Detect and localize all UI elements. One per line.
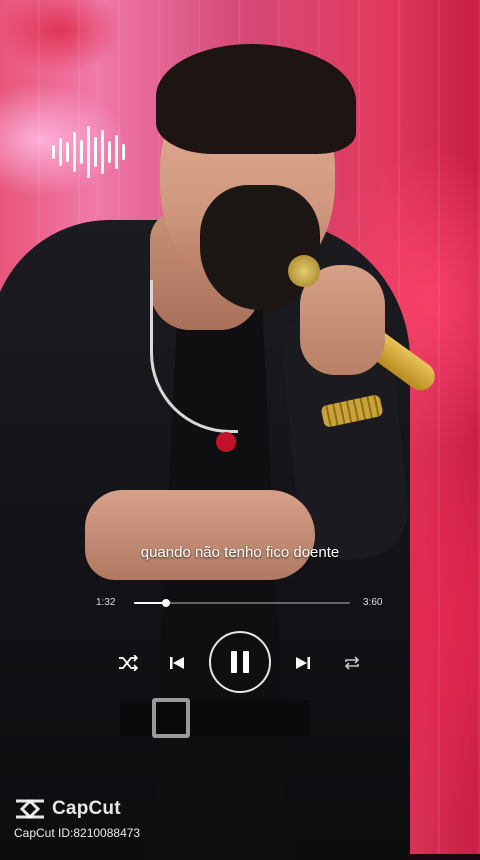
belt-buckle bbox=[152, 698, 190, 738]
capcut-watermark: CapCut bbox=[14, 797, 121, 821]
performer-hand bbox=[85, 490, 315, 580]
capcut-brand: CapCut bbox=[52, 798, 121, 819]
pause-icon bbox=[231, 651, 249, 673]
skip-next-icon[interactable] bbox=[292, 652, 314, 674]
microphone-head bbox=[288, 255, 320, 287]
pendant bbox=[216, 432, 236, 452]
current-time: 1:32 bbox=[96, 597, 116, 608]
lyrics-line: quando não tenho fico doente bbox=[140, 544, 340, 561]
performer-hair bbox=[156, 44, 356, 154]
repeat-icon[interactable] bbox=[341, 652, 363, 674]
play-pause-button[interactable] bbox=[209, 631, 271, 693]
progress-bar[interactable] bbox=[134, 599, 350, 607]
capcut-id: CapCut ID:8210088473 bbox=[14, 826, 141, 840]
audio-waveform-icon bbox=[52, 120, 138, 184]
belt bbox=[120, 700, 310, 736]
skip-previous-icon[interactable] bbox=[166, 652, 188, 674]
capcut-logo-icon bbox=[16, 799, 44, 819]
shuffle-icon[interactable] bbox=[116, 652, 140, 674]
total-time: 3:60 bbox=[363, 597, 383, 608]
